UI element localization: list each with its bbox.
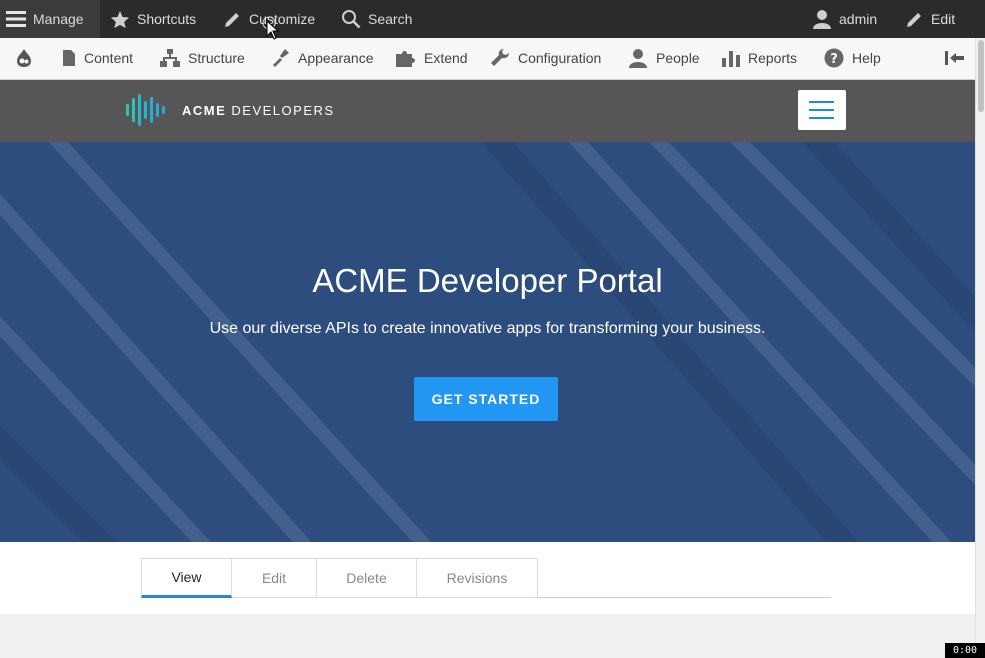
menu-item-extend[interactable]: Extend — [396, 38, 468, 78]
drupal-home-link[interactable] — [15, 38, 41, 78]
menu-item-structure[interactable]: Structure — [160, 38, 245, 78]
tabs-divider — [535, 597, 831, 598]
menu-item-appearance-label: Appearance — [298, 50, 374, 66]
menu-item-help[interactable]: ? Help — [824, 38, 881, 78]
collapse-arrow-icon — [945, 51, 964, 65]
hamburger-icon — [6, 11, 26, 27]
user-icon — [813, 10, 831, 29]
tab-revisions[interactable]: Revisions — [417, 558, 538, 598]
page-scrollbar[interactable] — [975, 38, 985, 658]
menu-item-configuration[interactable]: Configuration — [490, 38, 601, 78]
main-content — [0, 614, 975, 658]
admin-toolbar: Manage Shortcuts Customize Search admin … — [0, 0, 985, 38]
manage-label: Manage — [33, 11, 84, 27]
scrollbar-thumb[interactable] — [978, 40, 984, 112]
sitemap-icon — [160, 49, 180, 67]
sound-wave-logo-icon — [126, 94, 165, 126]
hamburger-line — [809, 109, 834, 111]
tab-view[interactable]: View — [141, 558, 232, 598]
site-logo[interactable]: ACME DEVELOPERS — [126, 94, 335, 126]
manage-tray-button[interactable]: Manage — [0, 0, 100, 38]
menu-item-reports[interactable]: Reports — [722, 38, 797, 78]
edit-mode-button[interactable]: Edit — [906, 0, 955, 38]
shortcuts-button[interactable]: Shortcuts — [110, 0, 196, 38]
recording-timer: 0:00 — [945, 643, 985, 658]
site-name-rest: DEVELOPERS — [231, 102, 335, 118]
mouse-cursor-icon — [262, 16, 280, 40]
hero-subtitle: Use our diverse APIs to create innovativ… — [209, 320, 766, 337]
search-label: Search — [368, 11, 413, 27]
hero-title: ACME Developer Portal — [312, 262, 663, 299]
hamburger-line — [809, 117, 834, 119]
user-account-button[interactable]: admin — [812, 0, 877, 38]
site-name: ACME DEVELOPERS — [182, 103, 335, 118]
local-tasks-tabs: View Edit Delete Revisions — [141, 558, 538, 598]
bar-chart-icon — [722, 51, 740, 67]
menu-item-people[interactable]: People — [628, 38, 700, 78]
hero-background-pattern — [0, 142, 975, 542]
get-started-button[interactable]: GET STARTED — [414, 377, 558, 421]
person-icon — [629, 49, 647, 68]
menu-item-extend-label: Extend — [424, 50, 468, 66]
edit-label: Edit — [931, 11, 956, 27]
menu-item-help-label: Help — [852, 50, 881, 66]
menu-item-content-label: Content — [84, 50, 134, 66]
admin-menu-bar: Content Structure Appearance Extend Conf… — [0, 38, 975, 80]
pencil-icon — [225, 13, 239, 27]
search-button[interactable]: Search — [341, 0, 412, 38]
customize-label: Customize — [249, 11, 316, 27]
search-icon — [342, 10, 361, 29]
hero-banner: ACME Developer Portal Use our diverse AP… — [0, 142, 975, 542]
svg-text:?: ? — [830, 52, 838, 67]
menu-item-people-label: People — [656, 50, 700, 66]
puzzle-icon — [396, 51, 415, 67]
tab-edit[interactable]: Edit — [232, 558, 317, 598]
paintbrush-icon — [273, 49, 289, 67]
local-tasks-region: View Edit Delete Revisions — [0, 542, 975, 614]
main-menu-toggle-button[interactable] — [798, 90, 846, 130]
menu-item-appearance[interactable]: Appearance — [270, 38, 374, 78]
hamburger-line — [809, 101, 834, 103]
drupal-drop-icon — [17, 49, 31, 67]
shortcuts-label: Shortcuts — [137, 11, 197, 27]
menu-item-content[interactable]: Content — [62, 38, 133, 78]
tab-delete[interactable]: Delete — [317, 558, 417, 598]
menu-item-structure-label: Structure — [188, 50, 245, 66]
site-name-bold: ACME — [182, 102, 227, 118]
wrench-icon — [491, 49, 509, 66]
menu-item-configuration-label: Configuration — [518, 50, 602, 66]
user-name-label: admin — [839, 11, 878, 27]
collapse-toolbar-button[interactable] — [945, 38, 973, 78]
help-icon: ? — [824, 48, 844, 68]
document-icon — [63, 50, 75, 66]
star-icon — [110, 10, 130, 28]
pencil-icon — [907, 13, 921, 27]
menu-item-reports-label: Reports — [748, 50, 798, 66]
